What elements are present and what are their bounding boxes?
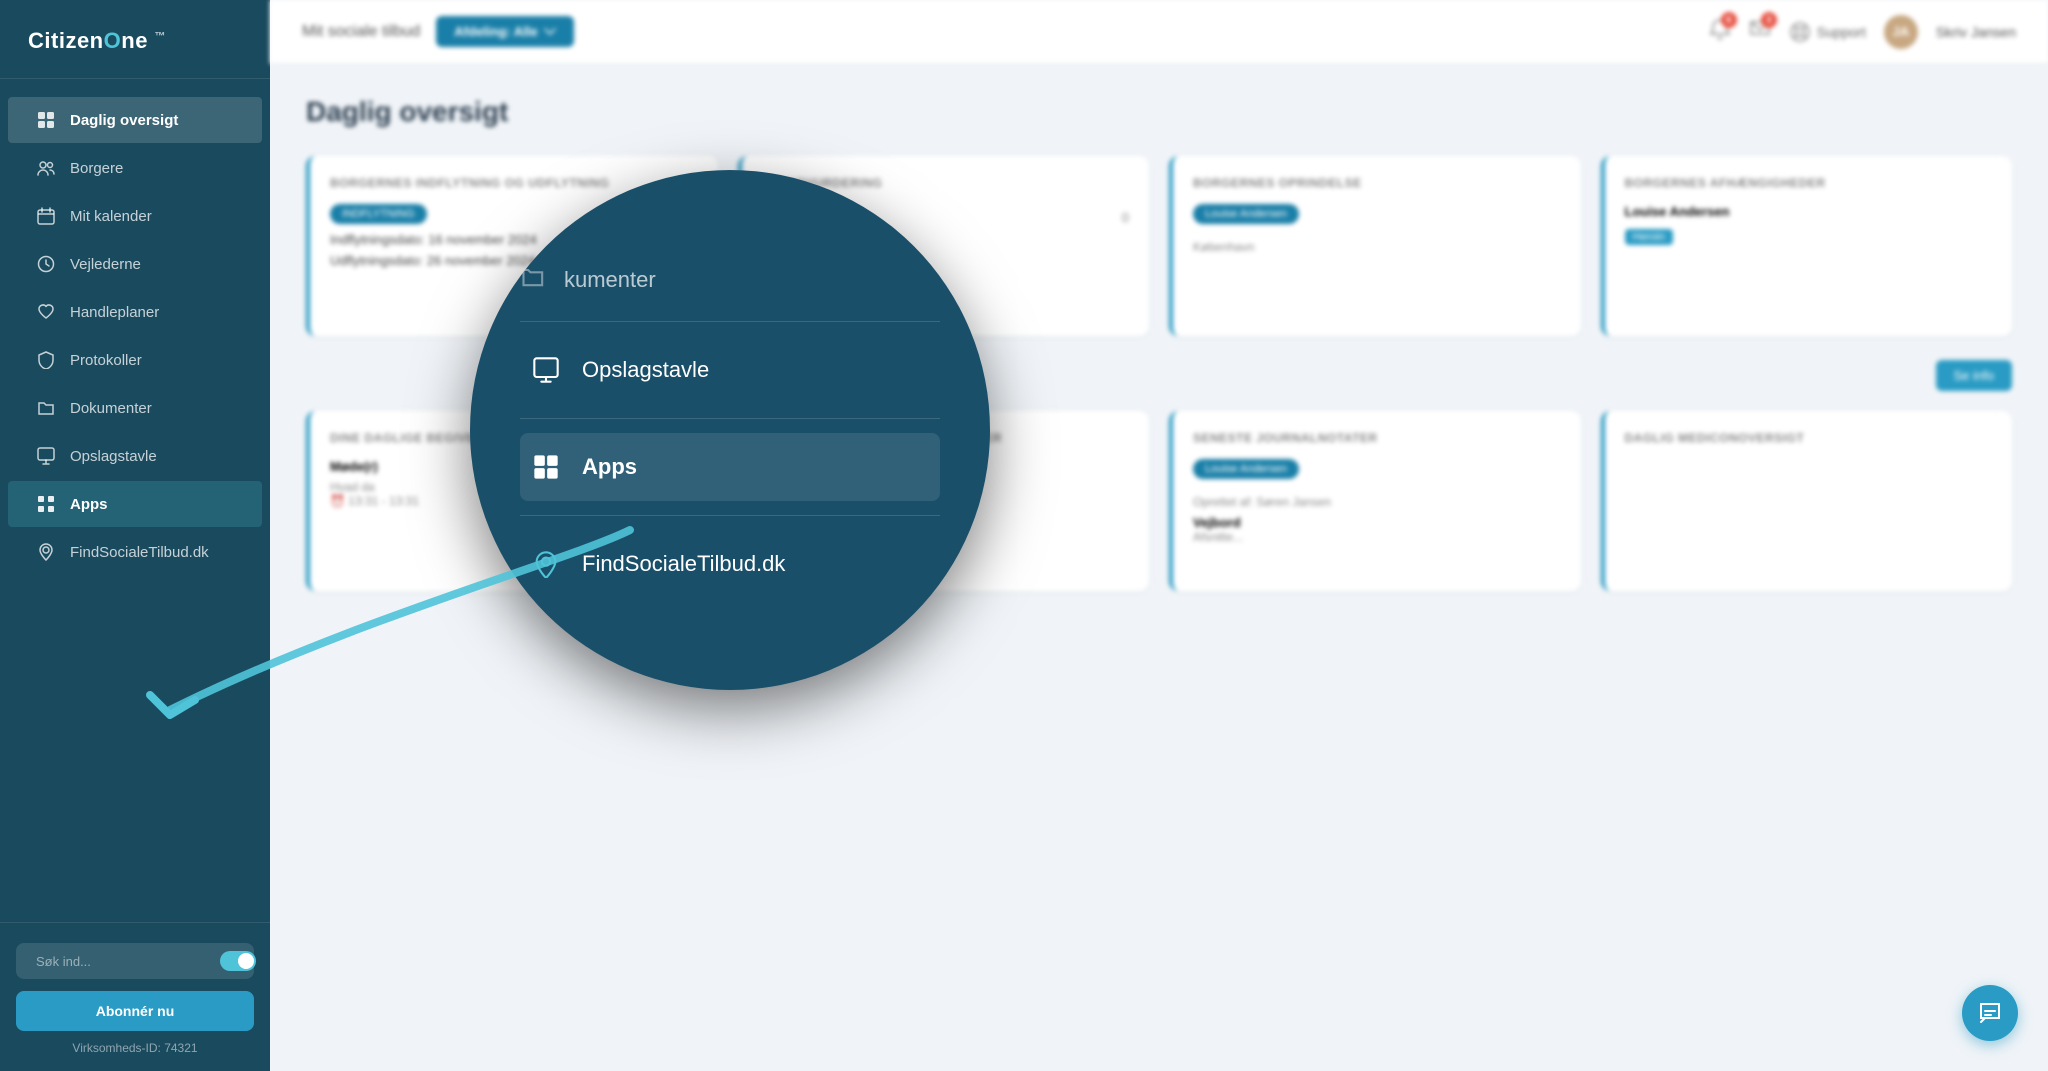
sidebar-search-input[interactable] <box>36 954 212 969</box>
sidebar: CitizenOne ™ Daglig oversigt Borgere <box>0 0 270 1071</box>
widget-dine-begivenheder: Dine daglige begivenheder Møde(r) Hvad d… <box>306 411 718 591</box>
breadcrumb: Mit sociale tilbud <box>302 23 420 41</box>
sidebar-label-daily: Daglig oversigt <box>70 112 178 129</box>
dep-content: Louise Andersen Heroin <box>1625 204 1993 245</box>
chat-button[interactable] <box>1962 985 2018 1041</box>
sidebar-label-citizens: Borgere <box>70 160 123 177</box>
support-label: Support <box>1817 24 1866 40</box>
topbar: Mit sociale tilbud Afdeling: Alle 6 3 Su… <box>270 0 2048 64</box>
avatar[interactable]: JA <box>1884 15 1918 49</box>
app-logo: CitizenOne ™ <box>28 28 166 53</box>
support-icon <box>1789 21 1811 43</box>
sidebar-item-calendar[interactable]: Mit kalender <box>8 193 262 239</box>
widget-indflytning: Borgernes indflytning og udflytning INDF… <box>306 156 718 336</box>
sidebar-label-calendar: Mit kalender <box>70 208 152 225</box>
username: Skriv Jansen <box>1936 24 2016 40</box>
dep-tag: Heroin <box>1625 229 1673 245</box>
risk-label: Ingen risiko <box>780 210 846 225</box>
widget-journal-title: Seneste journalnotater <box>1193 431 1561 445</box>
events-content: Møde(r) Hvad da ⏰ 13:31 - 13:31 <box>330 459 698 508</box>
widget-events-title: Dine daglige begivenheder <box>330 431 698 445</box>
tag-indflytning: INDFLYTNING <box>330 204 427 224</box>
journal-content: Louise Andersen Oprettet af: Søren Janse… <box>1193 459 1561 544</box>
widgets-row-1: Borgernes indflytning og udflytning INDF… <box>306 156 2012 336</box>
clock-icon <box>36 254 56 274</box>
sidebar-toggle[interactable] <box>220 951 256 971</box>
dashboard: Daglig oversigt Borgernes indflytning og… <box>270 64 2048 1071</box>
sidebar-label-handovers: Handleplaner <box>70 304 159 321</box>
sidebar-nav: Daglig oversigt Borgere Mit kalender Vej… <box>0 79 270 922</box>
support-link[interactable]: Support <box>1789 21 1866 43</box>
widget-afhangigheder: Borgernes afhængigheder Louise Andersen … <box>1601 156 2013 336</box>
sidebar-label-apps: Apps <box>70 496 108 513</box>
widget-journalnotater: Seneste journalnotater Louise Andersen O… <box>1169 411 1581 591</box>
widget-risk-title: Risikovurdering <box>762 176 1130 190</box>
sidebar-item-protocols[interactable]: Protokoller <box>8 337 262 383</box>
company-id: Virksomheds-ID: 74321 <box>16 1041 254 1055</box>
sidebar-search-bar[interactable] <box>16 943 254 979</box>
widget-origin-title: Borgernes oprindelse <box>1193 176 1561 190</box>
sidebar-label-protocols: Protokoller <box>70 352 142 369</box>
dep-person: Louise Andersen <box>1625 204 1993 219</box>
action-row: Se info <box>306 360 2012 391</box>
board-icon <box>36 446 56 466</box>
widget-borgeres-begivenheder: Borgeres daglige begivenheder <box>738 411 1150 591</box>
risk-count: 0 <box>1122 210 1129 225</box>
folder-icon <box>36 398 56 418</box>
sidebar-item-handovers[interactable]: Handleplaner <box>8 289 262 335</box>
logo-area: CitizenOne ™ <box>0 0 270 79</box>
widget-title: Borgernes indflytning og udflytning <box>330 176 698 190</box>
risk-row: Ingen risiko 0 <box>762 204 1130 231</box>
shield-icon <box>36 350 56 370</box>
widget-medico-title: Daglig mediconoversigt <box>1625 431 1993 445</box>
widget-mediconoversigt: Daglig mediconoversigt <box>1601 411 2013 591</box>
sidebar-item-citizens[interactable]: Borgere <box>8 145 262 191</box>
calendar-icon <box>36 206 56 226</box>
sidebar-item-apps[interactable]: Apps <box>8 481 262 527</box>
widget-bor-title: Borgeres daglige begivenheder <box>762 431 1130 445</box>
heart-icon <box>36 302 56 322</box>
subscribe-button[interactable]: Abonnér nu <box>16 991 254 1031</box>
widget-content: Indflytningsdato: 16 november 2024 Udfly… <box>330 232 698 268</box>
sidebar-item-findsociale[interactable]: FindSocialeTilbud.dk <box>8 529 262 575</box>
pin-icon <box>36 542 56 562</box>
sidebar-footer: Abonnér nu Virksomheds-ID: 74321 <box>0 922 270 1071</box>
message-badge: 3 <box>1761 12 1777 28</box>
sidebar-item-documents[interactable]: Dokumenter <box>8 385 262 431</box>
bell-badge: 6 <box>1721 12 1737 28</box>
origin-location: København <box>1193 240 1561 254</box>
sidebar-item-checkins[interactable]: Vejlederne <box>8 241 262 287</box>
risk-dot <box>762 213 772 223</box>
apps-icon <box>36 494 56 514</box>
notifications-bell[interactable]: 6 <box>1709 18 1731 45</box>
widget-risikovurdering: Risikovurdering Ingen risiko 0 <box>738 156 1150 336</box>
topbar-icons: 6 3 Support JA Skriv Jansen <box>1709 15 2016 49</box>
sidebar-item-opslagstavle[interactable]: Opslagstavle <box>8 433 262 479</box>
se-info-button[interactable]: Se info <box>1936 360 2012 391</box>
widget-oprindelse: Borgernes oprindelse Louise Andersen Køb… <box>1169 156 1581 336</box>
main-area: Mit sociale tilbud Afdeling: Alle 6 3 Su… <box>270 0 2048 1071</box>
chat-icon <box>1977 1000 2003 1026</box>
grid-icon <box>36 110 56 130</box>
messages-icon[interactable]: 3 <box>1749 18 1771 45</box>
origin-content: Louise Andersen København <box>1193 204 1561 254</box>
sidebar-item-daily[interactable]: Daglig oversigt <box>8 97 262 143</box>
sidebar-label-documents: Dokumenter <box>70 400 152 417</box>
sidebar-label-findsociale: FindSocialeTilbud.dk <box>70 544 209 561</box>
widgets-row-2: Dine daglige begivenheder Møde(r) Hvad d… <box>306 411 2012 591</box>
widget-dep-title: Borgernes afhængigheder <box>1625 176 1993 190</box>
sidebar-label-checkins: Vejlederne <box>70 256 141 273</box>
topbar-dropdown-label: Afdeling: Alle <box>454 24 537 39</box>
chevron-down-icon <box>544 28 556 36</box>
journal-person: Louise Andersen <box>1193 459 1299 479</box>
sidebar-label-opslagstavle: Opslagstavle <box>70 448 157 465</box>
users-icon <box>36 158 56 178</box>
page-title: Daglig oversigt <box>306 96 2012 128</box>
topbar-dropdown-button[interactable]: Afdeling: Alle <box>436 16 573 47</box>
origin-person: Louise Andersen <box>1193 204 1299 224</box>
